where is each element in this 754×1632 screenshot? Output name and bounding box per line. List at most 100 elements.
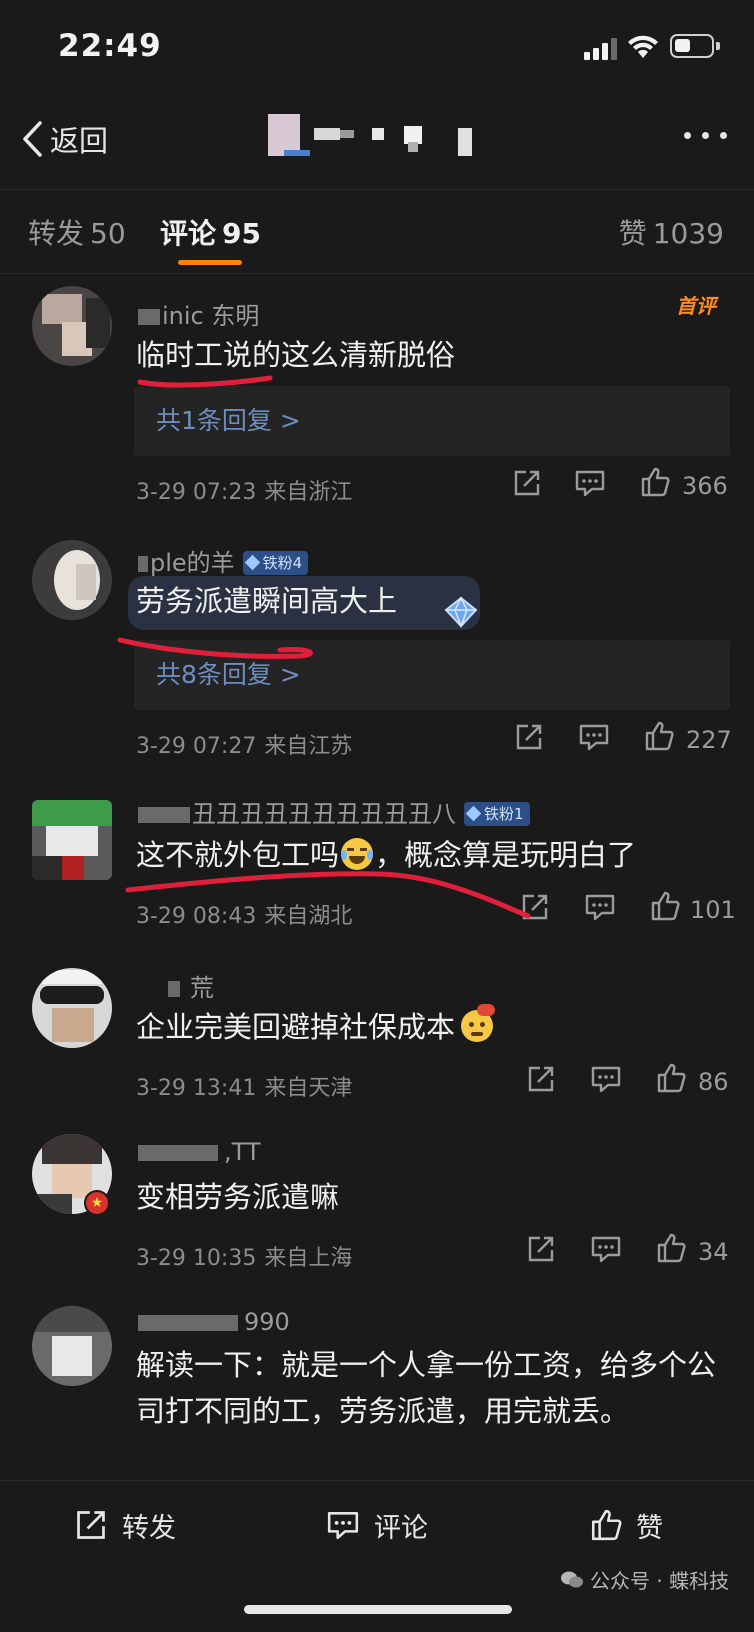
avatar[interactable] — [32, 286, 112, 366]
username-text: ple的羊 — [150, 549, 235, 577]
share-icon[interactable] — [526, 1234, 556, 1264]
username-text: 荒 — [190, 974, 214, 1002]
share-icon[interactable] — [512, 468, 542, 498]
comment-username[interactable]: 荒 — [138, 968, 214, 1003]
username-text: inic 东明 — [162, 302, 260, 330]
comment-meta: 3-29 07:27 来自江苏 — [136, 728, 352, 760]
wifi-icon — [628, 35, 658, 58]
comment-location: 来自上海 — [264, 1246, 353, 1271]
comment-location: 来自浙江 — [264, 480, 353, 505]
more-icon[interactable] — [684, 130, 730, 142]
tab-forward[interactable]: 转发 50 — [28, 212, 126, 252]
watermark-text: 公众号 · 蝶科技 — [590, 1569, 730, 1593]
username-text: 丑丑丑丑丑丑丑丑丑丑八 — [192, 800, 456, 828]
comment-location: 来自湖北 — [264, 904, 353, 929]
like-button[interactable]: 赞 — [590, 1505, 663, 1545]
tab-comment[interactable]: 评论 95 — [160, 212, 261, 252]
comment-button[interactable]: 评论 — [326, 1505, 428, 1545]
bottom-action-bar: 转发 评论 赞 公众号 · 蝶科技 — [0, 1480, 754, 1632]
comment-username[interactable]: inic 东明 — [138, 296, 259, 331]
comment-text: 解读一下：就是一个人拿一份工资，给多个公司打不同的工，劳务派遣，用完就丢。 — [136, 1348, 717, 1428]
nav-bar: 返回 — [0, 96, 754, 190]
comment-date: 3-29 13:41 — [136, 1076, 257, 1101]
avatar[interactable] — [32, 1306, 112, 1386]
nav-title-redacted — [268, 114, 498, 156]
comment-date: 3-29 07:23 — [136, 480, 257, 505]
like-count: 86 — [698, 1068, 729, 1096]
comment-meta: 3-29 13:41 来自天津 — [136, 1070, 352, 1102]
comment-location: 来自天津 — [264, 1076, 353, 1101]
diamond-icon — [465, 805, 482, 822]
comment-text: 临时工说的这么清新脱俗 — [136, 338, 456, 372]
battery-icon — [670, 34, 720, 58]
comment-username[interactable]: 990 — [138, 1308, 290, 1336]
thumbs-up-icon[interactable] — [640, 466, 670, 498]
comment-text: 企业完美回避掉社保成本 — [136, 1004, 716, 1050]
wechat-icon — [561, 1571, 583, 1587]
comment-icon[interactable] — [574, 468, 606, 498]
forward-button[interactable]: 转发 — [74, 1505, 176, 1545]
like-label: 赞 — [636, 1512, 663, 1544]
comment-text-part: ，概念算是玩明白了 — [375, 838, 637, 872]
comment-text-part: 企业完美回避掉社保成本 — [136, 1010, 456, 1044]
view-replies-link[interactable]: 共8条回复 > — [134, 640, 730, 710]
comment-text: 劳务派遣瞬间高大上 — [136, 584, 398, 618]
share-icon[interactable] — [514, 722, 544, 752]
tab-forward-count: 50 — [90, 217, 126, 250]
comment-date: 3-29 07:27 — [136, 734, 257, 759]
comment-text: 这不就外包工吗 ，概念算是玩明白了 — [136, 832, 736, 878]
tab-active-indicator — [178, 260, 242, 265]
comment-meta: 3-29 10:35 来自上海 — [136, 1240, 352, 1272]
comment-icon[interactable] — [584, 892, 616, 922]
comment-icon — [327, 1512, 359, 1540]
money-emoji-icon — [461, 1004, 496, 1042]
comment-username[interactable]: ple的羊 铁粉4 — [138, 543, 309, 578]
share-icon[interactable] — [520, 892, 550, 922]
comment-username[interactable]: ,TT — [138, 1138, 261, 1166]
comment-icon[interactable] — [578, 722, 610, 752]
comment-username[interactable]: 丑丑丑丑丑丑丑丑丑丑八 铁粉1 — [138, 794, 530, 829]
like-count: 34 — [698, 1238, 729, 1266]
comment-text-part: 这不就外包工吗 — [136, 838, 340, 872]
tab-like[interactable]: 赞 1039 — [619, 212, 724, 252]
tab-like-label: 赞 — [618, 217, 647, 250]
view-replies-link[interactable]: 共1条回复 > — [134, 386, 730, 456]
tab-bar: 转发 50 评论 95 赞 1039 — [0, 190, 754, 274]
forward-label: 转发 — [122, 1512, 176, 1544]
back-label: 返回 — [50, 124, 109, 158]
star-badge-icon: ★ — [84, 1190, 110, 1216]
diamond-icon — [244, 554, 260, 571]
username-text: ,TT — [224, 1138, 261, 1166]
like-count: 101 — [690, 896, 736, 924]
watermark: 公众号 · 蝶科技 — [560, 1565, 729, 1594]
home-indicator — [244, 1605, 512, 1614]
comment-meta: 3-29 07:23 来自浙江 — [136, 474, 352, 506]
comment-meta: 3-29 08:43 来自湖北 — [136, 898, 352, 930]
back-button[interactable]: 返回 — [20, 114, 108, 164]
thumbs-up-icon[interactable] — [656, 1232, 686, 1264]
avatar[interactable] — [32, 968, 112, 1048]
tab-comment-count: 95 — [222, 217, 261, 250]
thumbs-up-icon — [591, 1509, 622, 1541]
comment-icon[interactable] — [590, 1064, 622, 1094]
fan-badge: 铁粉4 — [242, 551, 309, 575]
comment-date: 3-29 10:35 — [136, 1246, 257, 1271]
thumbs-up-icon[interactable] — [656, 1062, 686, 1094]
chevron-left-icon — [23, 121, 42, 157]
share-icon[interactable] — [526, 1064, 556, 1094]
laughing-crying-emoji-icon — [341, 838, 374, 870]
thumbs-up-icon[interactable] — [644, 720, 674, 752]
fan-badge-label: 铁粉1 — [484, 805, 524, 823]
thumbs-up-icon[interactable] — [650, 890, 680, 922]
comment-text: 变相劳务派遣嘛 — [136, 1180, 340, 1214]
like-count: 227 — [686, 726, 732, 754]
avatar[interactable] — [32, 540, 112, 620]
comment-icon[interactable] — [590, 1234, 622, 1264]
tab-like-count: 1039 — [652, 217, 724, 250]
username-text: 990 — [244, 1308, 290, 1336]
status-time: 22:49 — [58, 28, 162, 64]
like-count: 366 — [682, 472, 728, 500]
avatar[interactable] — [32, 800, 112, 880]
comment-date: 3-29 08:43 — [136, 904, 257, 929]
comment-location: 来自江苏 — [264, 734, 353, 759]
